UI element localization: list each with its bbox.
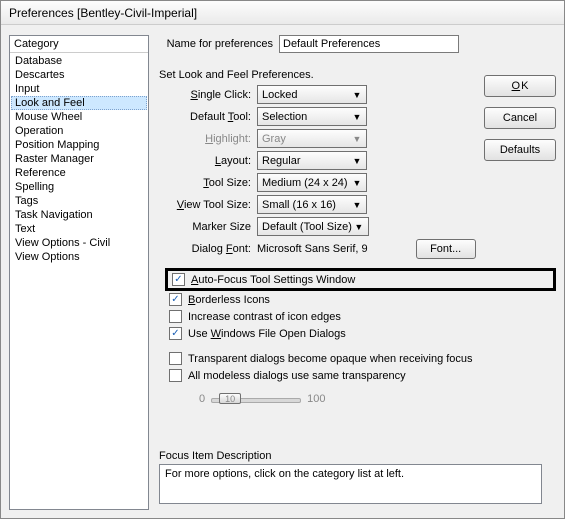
tool-size-label: Tool Size: (159, 177, 257, 189)
transparency-slider[interactable]: 10 (211, 390, 301, 408)
category-header: Category (10, 36, 148, 53)
auto-focus-highlight: ✓ Auto-Focus Tool Settings Window (165, 268, 556, 291)
slider-thumb[interactable]: 10 (219, 393, 241, 404)
single-click-label: Single Click: (159, 89, 257, 101)
content-area: Category DatabaseDescartesInputLook and … (1, 25, 564, 518)
contrast-checkbox[interactable] (169, 310, 182, 323)
preferences-window: Preferences [Bentley-Civil-Imperial] Cat… (0, 0, 565, 519)
category-item-input[interactable]: Input (11, 82, 147, 96)
marker-size-dropdown[interactable]: Default (Tool Size)▼ (257, 217, 369, 236)
borderless-row: ✓ Borderless Icons (169, 293, 556, 306)
name-label: Name for preferences (159, 38, 279, 50)
marker-size-row: Marker SizeDefault (Tool Size)▼ (159, 217, 556, 236)
default-tool-dropdown[interactable]: Selection▼ (257, 107, 367, 126)
name-row: Name for preferences (159, 35, 556, 53)
borderless-label: Borderless Icons (188, 294, 270, 306)
category-item-text[interactable]: Text (11, 222, 147, 236)
category-item-mouse-wheel[interactable]: Mouse Wheel (11, 110, 147, 124)
marker-size-label: Marker Size (159, 221, 257, 233)
category-item-tags[interactable]: Tags (11, 194, 147, 208)
auto-focus-checkbox[interactable]: ✓ (172, 273, 185, 286)
focus-desc-label: Focus Item Description (159, 450, 542, 462)
view-tool-size-row: View Tool Size:Small (16 x 16)▼ (159, 195, 556, 214)
file-dialogs-label: Use Windows File Open Dialogs (188, 328, 346, 340)
side-buttons: OK Cancel Defaults (484, 75, 556, 161)
category-item-raster-manager[interactable]: Raster Manager (11, 152, 147, 166)
ok-button[interactable]: OK (484, 75, 556, 97)
category-item-database[interactable]: Database (11, 54, 147, 68)
category-item-spelling[interactable]: Spelling (11, 180, 147, 194)
single-click-dropdown[interactable]: Locked▼ (257, 85, 367, 104)
borderless-checkbox[interactable]: ✓ (169, 293, 182, 306)
chevron-down-icon: ▼ (350, 178, 364, 188)
slider-max: 100 (307, 393, 325, 405)
view-tool-size-label: View Tool Size: (159, 199, 257, 211)
dialog-font-row: Dialog Font: Microsoft Sans Serif, 9 Fon… (159, 239, 556, 259)
window-title: Preferences [Bentley-Civil-Imperial] (1, 1, 564, 25)
cancel-button[interactable]: Cancel (484, 107, 556, 129)
font-button[interactable]: Font... (416, 239, 476, 259)
tool-size-row: Tool Size:Medium (24 x 24)▼ (159, 173, 556, 192)
view-tool-size-dropdown[interactable]: Small (16 x 16)▼ (257, 195, 367, 214)
category-item-descartes[interactable]: Descartes (11, 68, 147, 82)
transparent-row: Transparent dialogs become opaque when r… (169, 352, 556, 365)
name-input[interactable] (279, 35, 459, 53)
category-item-task-navigation[interactable]: Task Navigation (11, 208, 147, 222)
highlight-label: Highlight: (159, 133, 257, 145)
transparency-slider-row: 0 10 100 (199, 390, 556, 408)
contrast-label: Increase contrast of icon edges (188, 311, 341, 323)
contrast-row: Increase contrast of icon edges (169, 310, 556, 323)
category-list[interactable]: DatabaseDescartesInputLook and FeelMouse… (10, 53, 148, 509)
file-dialogs-row: ✓ Use Windows File Open Dialogs (169, 327, 556, 340)
highlight-dropdown: Gray▼ (257, 129, 367, 148)
auto-focus-label: Auto-Focus Tool Settings Window (191, 274, 355, 286)
transparent-checkbox[interactable] (169, 352, 182, 365)
dialog-font-value: Microsoft Sans Serif, 9 (257, 243, 368, 255)
layout-label: Layout: (159, 155, 257, 167)
category-item-look-and-feel[interactable]: Look and Feel (11, 96, 147, 110)
layout-dropdown[interactable]: Regular▼ (257, 151, 367, 170)
modeless-row: All modeless dialogs use same transparen… (169, 369, 556, 382)
file-dialogs-checkbox[interactable]: ✓ (169, 327, 182, 340)
defaults-button[interactable]: Defaults (484, 139, 556, 161)
category-item-operation[interactable]: Operation (11, 124, 147, 138)
chevron-down-icon: ▼ (350, 90, 364, 100)
chevron-down-icon: ▼ (350, 200, 364, 210)
category-item-view-options-civil[interactable]: View Options - Civil (11, 236, 147, 250)
modeless-checkbox[interactable] (169, 369, 182, 382)
category-item-view-options[interactable]: View Options (11, 250, 147, 264)
transparent-label: Transparent dialogs become opaque when r… (188, 353, 473, 365)
main-panel: Name for preferences Set Look and Feel P… (159, 35, 556, 510)
default-tool-label: Default Tool: (159, 111, 257, 123)
chevron-down-icon: ▼ (350, 134, 364, 144)
chevron-down-icon: ▼ (350, 156, 364, 166)
focus-desc-box: For more options, click on the category … (159, 464, 542, 504)
chevron-down-icon: ▼ (352, 222, 366, 232)
slider-min: 0 (199, 393, 205, 405)
modeless-label: All modeless dialogs use same transparen… (188, 370, 406, 382)
chevron-down-icon: ▼ (350, 112, 364, 122)
category-item-position-mapping[interactable]: Position Mapping (11, 138, 147, 152)
dialog-font-label: Dialog Font: (159, 243, 257, 255)
category-list-box: Category DatabaseDescartesInputLook and … (9, 35, 149, 510)
focus-desc-section: Focus Item Description For more options,… (159, 450, 542, 504)
category-item-reference[interactable]: Reference (11, 166, 147, 180)
tool-size-dropdown[interactable]: Medium (24 x 24)▼ (257, 173, 367, 192)
